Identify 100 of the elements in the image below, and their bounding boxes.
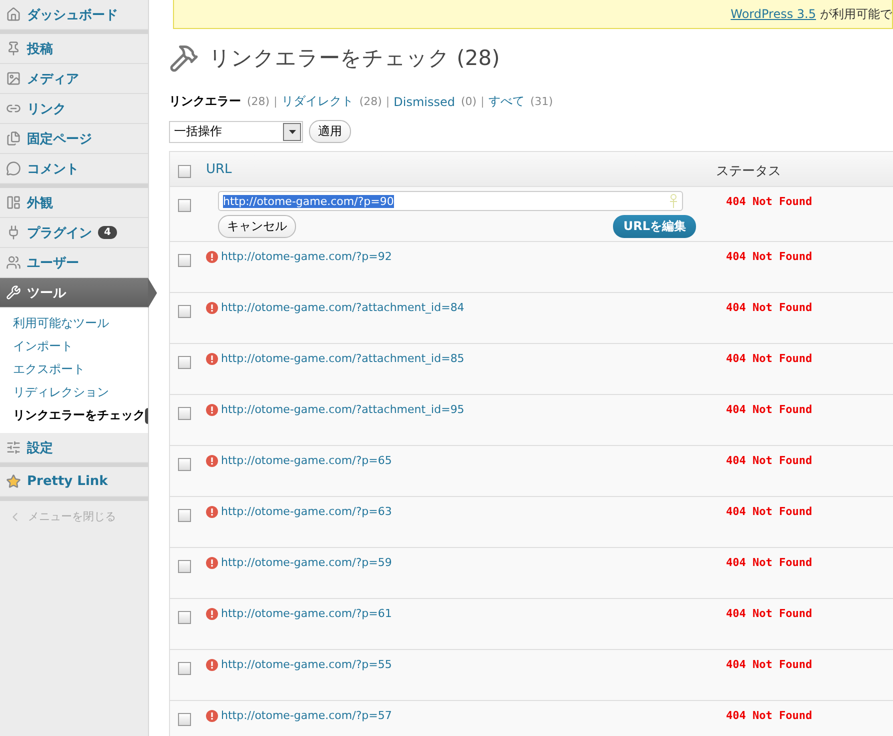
menu-label: Pretty Link [27, 474, 108, 489]
error-icon [206, 658, 218, 670]
menu-item[interactable]: ツール [0, 278, 148, 308]
checkbox[interactable] [178, 611, 191, 624]
error-icon [206, 404, 218, 416]
separator: | [274, 95, 278, 108]
menu-item[interactable]: ダッシュボード [0, 0, 148, 30]
separator: | [386, 95, 390, 108]
menu-item[interactable]: 固定ページ [0, 124, 148, 154]
filter-count: (0) [460, 95, 477, 108]
menu-label: リンク [27, 100, 66, 118]
filter-count: (28) [359, 95, 382, 108]
menu-label: プラグイン [27, 224, 92, 242]
url-link[interactable]: http://otome-game.com/?p=59 [206, 556, 716, 569]
filter-link[interactable]: リンクエラー [169, 93, 241, 110]
url-value: http://otome-game.com/?p=90 [223, 194, 394, 208]
url-link[interactable]: http://otome-game.com/?p=63 [206, 505, 716, 518]
submenu-item[interactable]: インポート [0, 335, 148, 358]
house-icon [6, 7, 21, 22]
menu-item[interactable]: コメント [0, 154, 148, 184]
menu-item[interactable]: 投稿 [0, 34, 148, 64]
media-icon [6, 71, 21, 86]
tools-icon [169, 43, 199, 73]
error-icon [206, 250, 218, 262]
filter-link[interactable]: すべて [488, 93, 524, 110]
submenu-item[interactable]: 利用可能なツール [0, 312, 148, 335]
checkbox[interactable] [178, 560, 191, 573]
error-icon [206, 352, 218, 364]
ankh-icon [669, 194, 678, 208]
speech-bubble-icon [6, 161, 21, 176]
menu-label: 投稿 [27, 40, 53, 58]
column-header[interactable]: URL [206, 152, 232, 177]
status-text: 404 Not Found [725, 453, 812, 467]
menu-item[interactable]: リンク [0, 94, 148, 124]
error-icon [206, 302, 218, 314]
status-text: 404 Not Found [725, 555, 812, 569]
menu-item[interactable]: 外観 [0, 188, 148, 218]
menu-label: ユーザー [27, 254, 79, 272]
url-link[interactable]: http://otome-game.com/?p=55 [206, 658, 716, 671]
menu-label: ツール [27, 284, 66, 302]
filter-link[interactable]: Dismissed [394, 94, 455, 108]
plug-icon [6, 225, 21, 240]
menu-label: 設定 [27, 440, 53, 456]
pin-icon [6, 41, 21, 56]
checkbox[interactable] [178, 458, 191, 471]
filter-link[interactable]: リダイレクト [281, 93, 354, 110]
cancel-button[interactable]: キャンセル [218, 215, 296, 238]
count-badge: 4 [98, 226, 117, 239]
menu-item[interactable]: プラグイン 4 [0, 218, 148, 248]
filter-count: (28) [247, 95, 270, 108]
menu-item[interactable]: Pretty Link [0, 467, 148, 497]
status-text: 404 Not Found [725, 504, 812, 518]
url-link[interactable]: http://otome-game.com/?attachment_id=84 [206, 301, 716, 314]
checkbox[interactable] [178, 713, 191, 726]
url-link[interactable]: http://otome-game.com/?p=65 [206, 454, 716, 467]
checkbox[interactable] [178, 254, 191, 267]
status-text: 404 Not Found [725, 657, 812, 671]
menu-label: 外観 [27, 194, 53, 212]
tools-icon [6, 285, 21, 300]
checkbox[interactable] [178, 165, 191, 178]
error-icon [206, 608, 218, 620]
menu-item[interactable]: 設定 [0, 433, 148, 463]
submenu-item[interactable]: エクスポート [0, 358, 148, 381]
error-icon [206, 454, 218, 466]
filter-count: (31) [530, 95, 553, 108]
url-link[interactable]: http://otome-game.com/?attachment_id=85 [206, 352, 716, 365]
status-text: 404 Not Found [725, 300, 812, 314]
badge-edge [145, 408, 148, 424]
caret-icon [288, 130, 296, 134]
url-input-field[interactable]: http://otome-game.com/?p=90 [218, 191, 683, 211]
column-header: ステータス [716, 163, 781, 180]
bulk-action-select[interactable]: 一括操作 [169, 120, 303, 142]
url-link[interactable]: http://otome-game.com/?p=61 [206, 607, 716, 620]
error-icon [206, 556, 218, 568]
layout-icon [6, 195, 21, 210]
checkbox[interactable] [178, 407, 191, 420]
url-link[interactable]: http://otome-game.com/?attachment_id=95 [206, 403, 716, 416]
menu-label: コメント [27, 160, 79, 178]
menu-item[interactable]: メディア [0, 64, 148, 94]
submenu-item[interactable]: リンクエラーをチェック [0, 404, 148, 427]
status-text: 404 Not Found [725, 194, 812, 208]
checkbox[interactable] [178, 305, 191, 318]
page-title: リンクエラーをチェック (28) [209, 45, 500, 72]
users-icon [6, 255, 21, 270]
pages-icon [6, 131, 21, 146]
apply-button[interactable]: 適用 [309, 120, 351, 143]
status-text: 404 Not Found [725, 402, 812, 416]
checkbox[interactable] [178, 662, 191, 675]
star-icon [6, 474, 21, 489]
checkbox[interactable] [178, 199, 191, 212]
url-link[interactable]: http://otome-game.com/?p=57 [206, 709, 716, 722]
checkbox[interactable] [178, 356, 191, 369]
menu-label: メディア [27, 70, 79, 88]
status-text: 404 Not Found [725, 606, 812, 620]
url-link[interactable]: http://otome-game.com/?p=92 [206, 250, 716, 263]
notice-text: が利用可能で [820, 6, 892, 22]
update-link[interactable]: WordPress 3.5 [730, 7, 816, 21]
edit-url-button[interactable]: URLを編集 [613, 215, 696, 238]
checkbox[interactable] [178, 509, 191, 522]
submenu-item[interactable]: リディレクション [0, 381, 148, 404]
